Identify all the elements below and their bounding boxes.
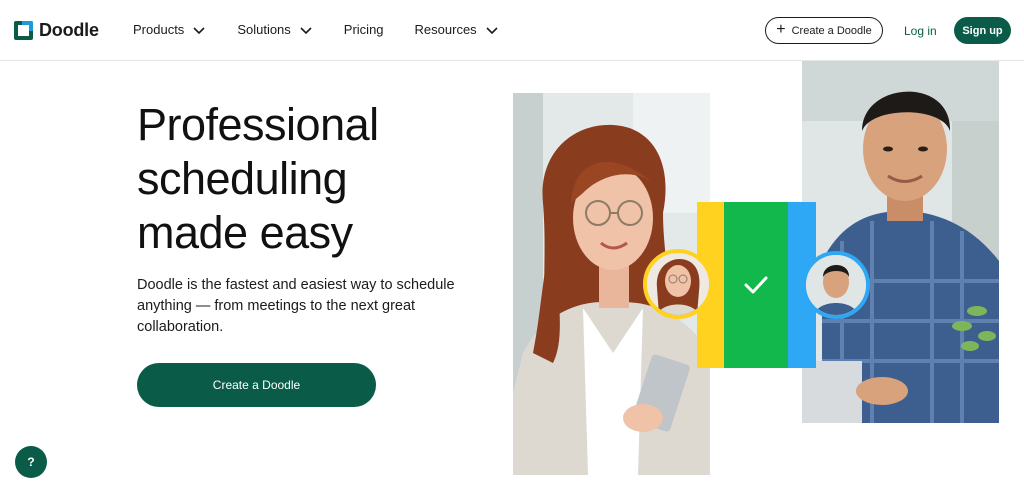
help-button[interactable]: ? — [15, 446, 47, 478]
doodle-logo-link[interactable]: Doodle — [14, 20, 99, 41]
site-header: Doodle Products Solutions Pricing Resour… — [0, 0, 1024, 61]
nav-item-resources[interactable]: Resources — [415, 22, 499, 37]
avatar-woman — [643, 249, 713, 319]
chevron-down-icon — [300, 26, 312, 34]
avatar-man — [802, 251, 870, 319]
bar-green — [724, 202, 788, 368]
hero-title: Professional scheduling made easy — [137, 99, 379, 258]
nav-item-label: Resources — [414, 22, 477, 37]
create-doodle-header-label: Create a Doodle — [791, 24, 872, 37]
nav-item-label: Products — [133, 22, 185, 37]
nav-item-pricing[interactable]: Pricing — [344, 22, 384, 37]
doodle-logo-icon — [14, 21, 33, 40]
logo-text: Doodle — [39, 20, 99, 40]
login-link[interactable]: Log in — [904, 24, 937, 38]
nav-item-label: Solutions — [237, 22, 291, 37]
main-nav: Products Solutions Pricing Resources — [133, 22, 530, 37]
plus-icon: + — [776, 21, 786, 38]
nav-item-products[interactable]: Products — [133, 22, 206, 37]
nav-item-label: Pricing — [343, 22, 384, 37]
man-illustration — [802, 61, 999, 423]
create-doodle-hero-button[interactable]: Create a Doodle — [137, 363, 376, 407]
availability-bars — [697, 202, 816, 368]
create-doodle-header-button[interactable]: + Create a Doodle — [765, 17, 883, 44]
chevron-down-icon — [193, 26, 205, 34]
checkmark-icon — [744, 276, 768, 294]
signup-button[interactable]: Sign up — [954, 17, 1011, 44]
hero-subtitle: Doodle is the fastest and easiest way to… — [137, 277, 455, 335]
chevron-down-icon — [486, 26, 498, 34]
hero-photo-man — [802, 61, 999, 423]
nav-item-solutions[interactable]: Solutions — [237, 22, 312, 37]
